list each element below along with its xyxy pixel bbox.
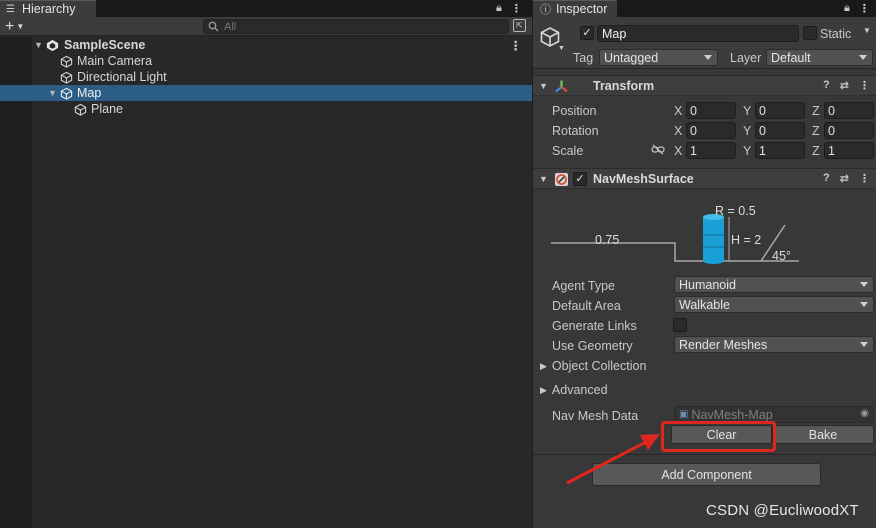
watermark: CSDN @EucliwoodXT bbox=[706, 502, 859, 519]
annotation-highlight-box bbox=[661, 421, 776, 452]
